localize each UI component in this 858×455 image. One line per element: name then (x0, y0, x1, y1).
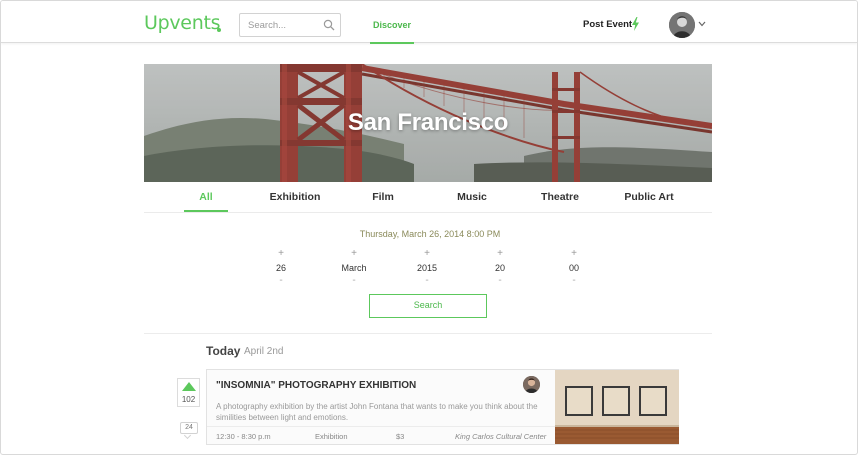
event-venue[interactable]: King Carlos Cultural Center (455, 432, 546, 441)
event-time: 12:30 - 8:30 p.m (216, 432, 271, 441)
month-increment-button[interactable]: + (329, 248, 379, 260)
year-increment-button[interactable]: + (402, 248, 452, 260)
today-heading: Today (206, 344, 241, 358)
app-window: Upvents Discover Post Event (0, 0, 858, 455)
tab-active-indicator (184, 210, 228, 212)
hero-banner: San Francisco (144, 64, 712, 182)
event-host-avatar[interactable] (523, 376, 540, 393)
day-picker: + 26 - (256, 248, 306, 287)
section-divider (144, 333, 712, 334)
year-picker: + 2015 - (402, 248, 452, 287)
tab-public-art[interactable]: Public Art (617, 191, 681, 203)
search-box (239, 13, 341, 37)
day-increment-button[interactable]: + (256, 248, 306, 260)
day-value: 26 (275, 263, 286, 273)
lightning-bolt-icon[interactable] (631, 17, 640, 31)
tab-film[interactable]: Film (362, 191, 404, 203)
top-header: Upvents Discover Post Event (1, 1, 857, 44)
event-card[interactable]: "INSOMNIA" PHOTOGRAPHY EXHIBITION A phot… (206, 369, 679, 445)
search-icon[interactable] (323, 19, 335, 31)
year-value: 2015 (416, 263, 438, 273)
tab-music[interactable]: Music (447, 191, 497, 203)
month-picker: + March - (329, 248, 379, 287)
post-event-button[interactable]: Post Event (583, 19, 632, 30)
hour-decrement-button[interactable]: - (475, 275, 525, 287)
year-decrement-button[interactable]: - (402, 275, 452, 287)
chevron-down-icon[interactable] (698, 21, 706, 27)
hour-increment-button[interactable]: + (475, 248, 525, 260)
hero-city-title: San Francisco (347, 109, 509, 136)
hour-value: 20 (494, 263, 505, 273)
nav-discover-label: Discover (372, 20, 412, 30)
minute-picker: + 00 - (549, 248, 599, 287)
comment-count-button[interactable]: 24 (180, 422, 198, 434)
event-meta-divider (207, 426, 555, 427)
tab-theatre[interactable]: Theatre (532, 191, 588, 203)
nav-active-indicator (370, 42, 414, 44)
logo-dot (217, 28, 221, 32)
event-gallery-image[interactable] (555, 370, 679, 444)
upvote-arrow-icon (182, 382, 196, 391)
event-price: $3 (396, 432, 405, 441)
user-avatar[interactable] (669, 12, 695, 38)
today-date: April 2nd (244, 346, 284, 357)
vote-count: 102 (181, 395, 196, 404)
minute-decrement-button[interactable]: - (549, 275, 599, 287)
month-value: March (341, 263, 367, 273)
event-title[interactable]: "INSOMNIA" PHOTOGRAPHY EXHIBITION (216, 380, 416, 391)
category-tabs: All Exhibition Film Music Theatre Public… (144, 182, 712, 213)
event-category[interactable]: Exhibition (315, 432, 348, 441)
upvote-button[interactable]: 102 (177, 378, 200, 407)
date-search-button[interactable]: Search (369, 294, 487, 318)
tab-exhibition[interactable]: Exhibition (260, 191, 330, 203)
logo[interactable]: Upvents (144, 12, 221, 34)
event-description: A photography exhibition by the artist J… (216, 402, 538, 422)
search-input[interactable] (240, 14, 320, 36)
tab-all[interactable]: All (184, 191, 228, 203)
selected-datetime: Thursday, March 26, 2014 8:00 PM (359, 229, 501, 239)
hour-picker: + 20 - (475, 248, 525, 287)
minute-value: 00 (568, 263, 579, 273)
minute-increment-button[interactable]: + (549, 248, 599, 260)
nav-discover[interactable]: Discover (370, 13, 414, 44)
day-decrement-button[interactable]: - (256, 275, 306, 287)
month-decrement-button[interactable]: - (329, 275, 379, 287)
